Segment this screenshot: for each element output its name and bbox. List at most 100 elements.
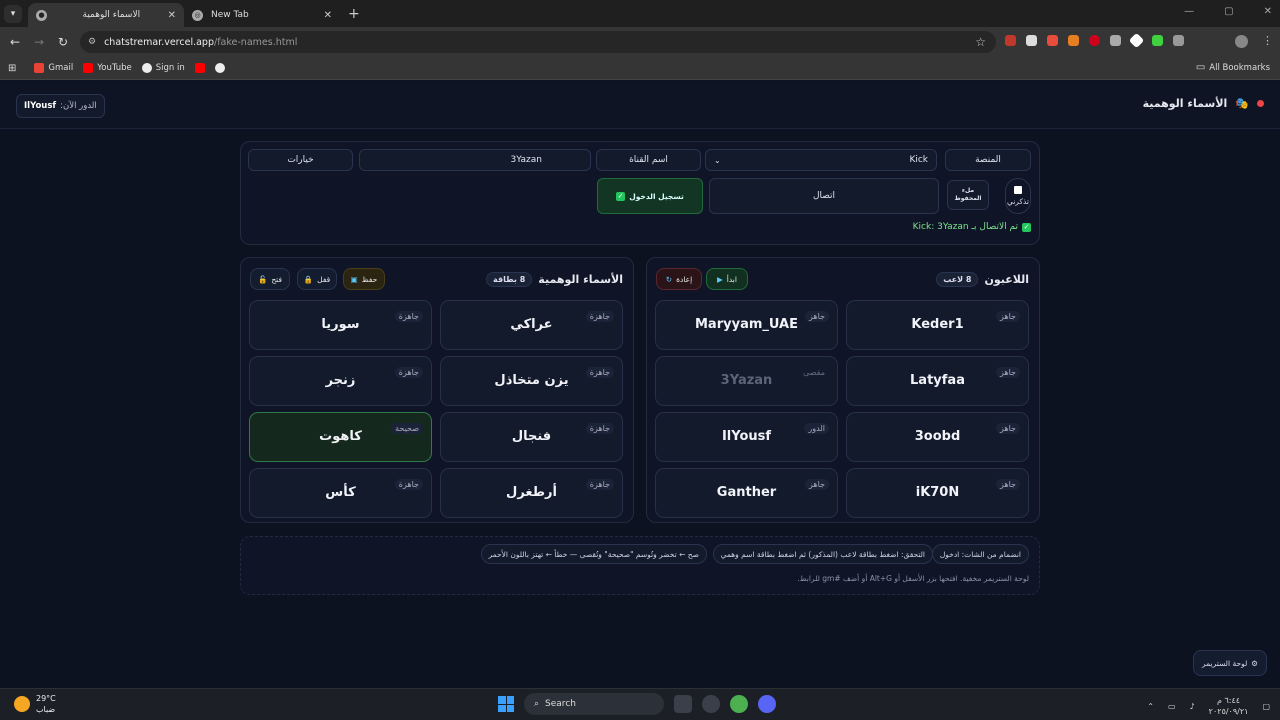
players-header: اللاعبون 8 لاعب [936,272,1029,287]
bookmark-globe[interactable] [214,63,225,73]
discord-icon[interactable] [758,695,776,713]
open-button[interactable]: 🔓 فتح [250,268,290,290]
player-card[interactable]: جاهز Maryyam_UAE [655,300,838,350]
lock-button[interactable]: 🔒 قفل [297,268,337,290]
player-card-name: Latyfaa [910,373,965,388]
fake-names-header: الأسماء الوهمية 8 بطاقة [486,272,623,287]
fake-name-card[interactable]: جاهزة عراكي [440,300,623,350]
bookmark-youtube[interactable]: YouTube [83,63,132,73]
back-icon[interactable]: ← [3,35,27,49]
start-button[interactable]: ▶ ابدأ [706,268,748,290]
bookmark-youtube-2[interactable] [194,63,205,73]
bookmark-sign-in[interactable]: Sign in [141,63,185,73]
profile-avatar[interactable] [1235,35,1248,48]
player-card[interactable]: جاهز Ganther [655,468,838,518]
player-card[interactable]: جاهز iK70N [846,468,1029,518]
save-label: حفظ [361,274,378,284]
tab-close-icon[interactable]: ✕ [168,10,176,21]
remember-checkbox[interactable] [1014,186,1022,194]
apps-grid-icon[interactable]: ⊞ [8,63,16,74]
all-bookmarks[interactable]: ▭ All Bookmarks [1196,62,1270,73]
maximize-icon[interactable]: ▢ [1224,6,1233,17]
player-card[interactable]: مقصى 3Yazan [655,356,838,406]
address-bar[interactable]: ⚙ chatstremar.vercel.app /fake-names.htm… [80,31,996,53]
fake-name-card[interactable]: جاهزة فنجال [440,412,623,462]
fake-name-card[interactable]: جاهزة أرطغرل [440,468,623,518]
url-host: chatstremar.vercel.app [104,36,214,48]
start-label: ابدأ [726,274,737,284]
player-card[interactable]: الدور IlYousf [655,412,838,462]
player-card[interactable]: جاهز 3oobd [846,412,1029,462]
app-icon[interactable] [702,695,720,713]
bookmark-star-icon[interactable]: ☆ [975,35,986,49]
check-icon: ✓ [1022,222,1031,232]
minimize-icon[interactable]: — [1184,6,1194,17]
chrome-icon[interactable] [730,695,748,713]
bookmark-gmail[interactable]: Gmail [34,63,73,73]
extension-icon[interactable] [1110,35,1121,46]
taskbar-search[interactable]: ⌕ Search [524,693,664,715]
bookmarks-bar: ⊞ Gmail YouTube Sign in ▭ All Bookmarks [0,57,1280,80]
puzzle-icon[interactable] [1173,35,1184,46]
bookmark-label: YouTube [97,63,132,73]
fake-name-card[interactable]: جاهزة يزن متخاذل [440,356,623,406]
extension-icon[interactable] [1005,35,1016,46]
hint-result: صح ← تخضر وتُوسم "صحيحة" وتُقصى — خطأ ← … [480,544,707,564]
tab-search-button[interactable]: ▾ [4,4,22,23]
connection-status: ✓ تم الاتصال بـ Kick: 3Yazan [913,222,1031,232]
extensions-area [1005,32,1184,49]
extension-icon[interactable] [1047,35,1058,46]
channel-input[interactable]: 3Yazan [359,149,591,171]
bookmark-label: Gmail [48,63,74,73]
reload-icon[interactable]: ↻ [51,35,75,49]
extension-icon[interactable] [1152,35,1163,46]
window-controls: — ▢ ✕ [1184,6,1272,17]
close-window-icon[interactable]: ✕ [1264,6,1272,17]
fake-name-card[interactable]: صحيحة كاهوت [249,412,432,462]
notifications-icon[interactable]: ▢ [1262,702,1270,711]
youtube-icon [194,63,205,73]
reset-button[interactable]: ↻ إعادة [656,268,702,290]
turn-player: IlYousf [24,101,57,111]
fake-name-card[interactable]: جاهزة سوريا [249,300,432,350]
windows-start-icon[interactable] [498,696,514,712]
task-view-icon[interactable] [674,695,692,713]
status-text: تم الاتصال بـ Kick: 3Yazan [912,222,1018,232]
extension-icon[interactable] [1068,35,1079,46]
clock[interactable]: ٦:٤٤ م ٢٠٢٥/٠٩/٢١ [1209,695,1249,717]
weather-widget[interactable]: 29°C ضباب [14,693,56,715]
extension-icon[interactable] [1128,32,1145,49]
system-tray: ⌃ ▭ ♪ ٦:٤٤ م ٢٠٢٥/٠٩/٢١ ▢ [1147,695,1270,717]
network-icon[interactable]: ▭ [1168,702,1176,711]
fake-name-card[interactable]: جاهزة كأس [249,468,432,518]
hint-result-text: صح ← تخضر وتُوسم "صحيحة" وتُقصى — خطأ ← … [488,549,699,559]
tray-chevron-icon[interactable]: ⌃ [1147,702,1154,711]
player-card[interactable]: جاهز Latyfaa [846,356,1029,406]
remember-checkbox-wrap[interactable]: تذكرني [1005,178,1031,214]
new-tab-button[interactable]: + [348,6,360,22]
youtube-icon [83,63,94,73]
extension-icon[interactable] [1026,35,1037,46]
login-button[interactable]: ✓ تسجيل الدخول [597,178,703,214]
tab-close-icon[interactable]: ✕ [324,10,332,21]
volume-icon[interactable]: ♪ [1190,702,1195,711]
platform-select[interactable]: ⌄ Kick [705,149,937,171]
extension-icon[interactable] [1089,35,1100,46]
hints-panel: انضمام من الشات: ادخول التحقق: اضغط بطاق… [240,536,1040,595]
save-button[interactable]: ▣ حفظ [343,268,385,290]
forward-icon[interactable]: → [27,35,51,49]
tab-new-tab[interactable]: ◎ New Tab ✕ [184,3,340,27]
fake-name-card[interactable]: جاهزة زنجر [249,356,432,406]
tab-fake-names[interactable]: ● الأسماء الوهمية ✕ [28,3,184,27]
fill-saved-button[interactable]: ملء المحفوظ [947,180,989,210]
connect-button[interactable]: اتصال [709,178,939,214]
browser-toolbar: ← → ↻ ⚙ chatstremar.vercel.app /fake-nam… [0,27,1280,57]
options-button[interactable]: خيارات [248,149,353,171]
player-card[interactable]: جاهز Keder1 [846,300,1029,350]
hint-verify: التحقق: اضغط بطاقة لاعب (المذكور) ثم اضغ… [712,544,933,564]
streamer-panel-button[interactable]: ⚙ لوحة الستريمر [1193,650,1267,676]
players-count: 8 لاعب [936,272,979,287]
site-info-icon[interactable]: ⚙ [88,37,96,47]
menu-kebab-icon[interactable]: ⋮ [1262,34,1273,47]
tab-title: New Tab [211,10,249,20]
